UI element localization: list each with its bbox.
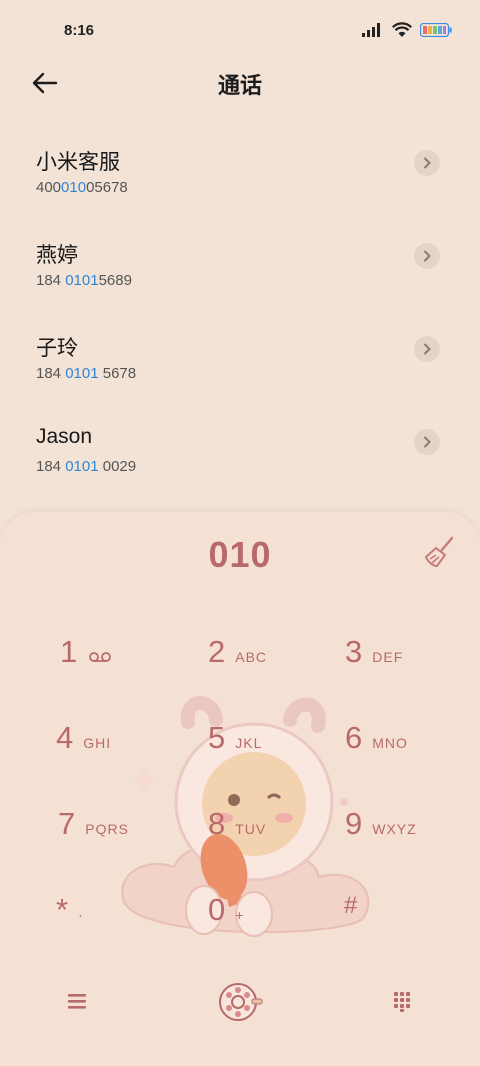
chevron-right-icon [424, 250, 431, 262]
signal-icon [362, 23, 380, 37]
contact-number: 184 0101 0029 [36, 458, 137, 475]
dial-key-0[interactable]: 0 + [208, 892, 358, 952]
contact-item[interactable]: 燕婷 184 01015689 [0, 225, 480, 318]
contact-detail-button[interactable] [414, 150, 440, 176]
chevron-right-icon [424, 157, 431, 169]
contact-detail-button[interactable] [414, 429, 440, 455]
contact-item[interactable]: Jason 184 0101 0029 [0, 411, 480, 504]
status-bar: 8:16 [0, 0, 480, 62]
dial-key-7[interactable]: 7 PQRS [58, 806, 208, 866]
dial-key-1[interactable]: 1 [60, 634, 210, 694]
dialpad-panel: 010 1 2 ABC 3 DEF 4 GHI 5 JKL 6 MNO 7 PQ… [0, 512, 480, 1066]
voicemail-icon [89, 652, 112, 662]
contact-name: 子玲 [36, 337, 78, 360]
dial-key-5[interactable]: 5 JKL [208, 720, 358, 780]
dial-key-2[interactable]: 2 ABC [208, 634, 358, 694]
wifi-icon [392, 22, 412, 37]
battery-icon [420, 23, 452, 37]
dial-key-6[interactable]: 6 MNO [345, 720, 480, 780]
contact-detail-button[interactable] [414, 336, 440, 362]
broom-icon[interactable] [422, 534, 458, 570]
dialed-number: 010 [208, 534, 272, 575]
contact-list: 小米客服 40001005678 燕婷 184 01015689 子玲 184 … [0, 132, 480, 504]
contact-number: 184 01015689 [36, 272, 132, 289]
page-title: 通话 [217, 73, 262, 98]
contact-detail-button[interactable] [414, 243, 440, 269]
contact-name: Jason [36, 425, 93, 448]
call-dial-icon[interactable] [218, 982, 264, 1022]
contact-item[interactable]: 小米客服 40001005678 [0, 132, 480, 225]
menu-icon[interactable] [66, 992, 88, 1010]
contact-item[interactable]: 子玲 184 0101 5678 [0, 318, 480, 411]
contact-number: 40001005678 [36, 179, 128, 196]
dial-key-8[interactable]: 8 TUV [208, 806, 358, 866]
contact-number: 184 0101 5678 [36, 365, 137, 382]
contact-name: 燕婷 [36, 244, 78, 267]
status-time: 8:16 [64, 22, 95, 39]
contact-name: 小米客服 [36, 151, 120, 174]
dial-key-hash[interactable]: # [344, 892, 480, 952]
dial-key-4[interactable]: 4 GHI [56, 720, 206, 780]
chevron-right-icon [424, 436, 431, 448]
dial-key-9[interactable]: 9 WXYZ [345, 806, 480, 866]
dial-key-3[interactable]: 3 DEF [345, 634, 480, 694]
keypad-icon[interactable] [392, 990, 412, 1012]
chevron-right-icon [424, 343, 431, 355]
status-icons [362, 22, 452, 38]
top-bar: 通话 [0, 62, 480, 106]
dial-key-star[interactable]: * · [56, 892, 206, 952]
dialpad-bottom-bar [0, 982, 480, 1052]
